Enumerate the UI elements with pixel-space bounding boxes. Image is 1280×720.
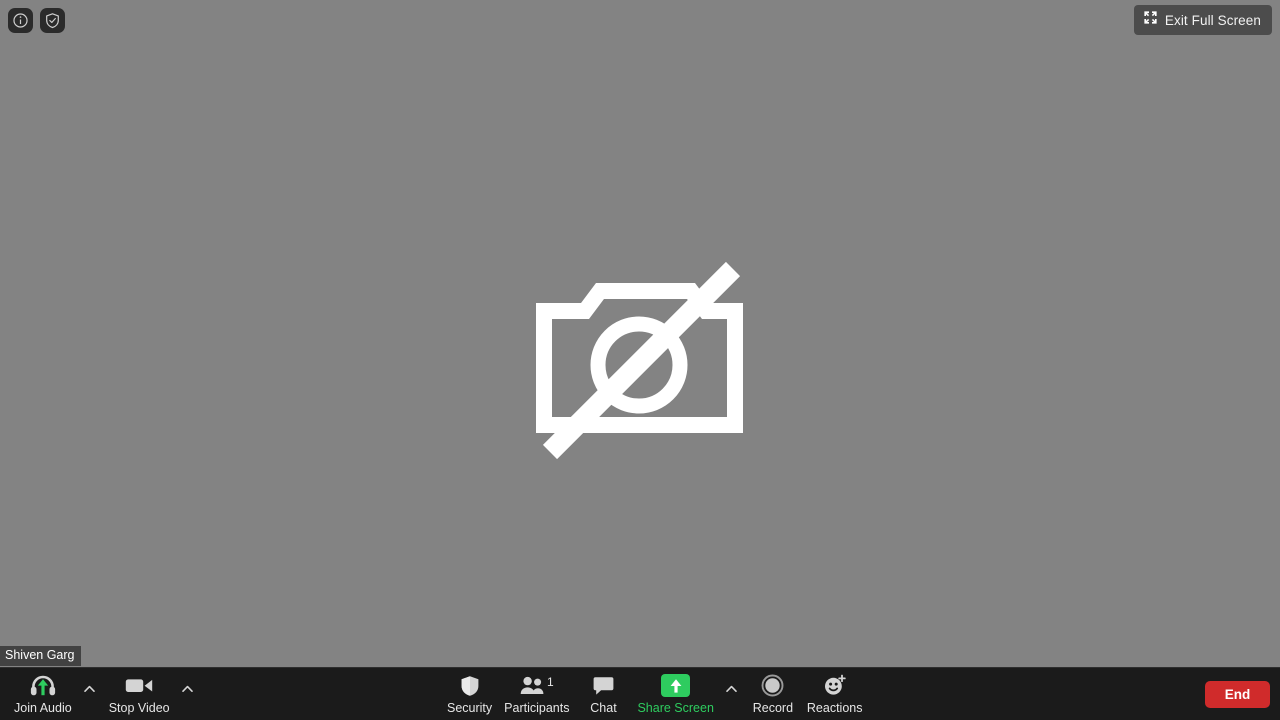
share-screen-label: Share Screen (637, 701, 714, 715)
info-icon (12, 12, 29, 29)
reactions-button[interactable]: Reactions (801, 668, 869, 716)
video-options-caret[interactable] (174, 680, 201, 698)
share-arrow-icon (661, 674, 691, 697)
zoom-meeting-window: Exit Full Screen Shiven Garg Join Audio … (0, 0, 1280, 720)
participants-count-badge: 1 (546, 674, 554, 689)
chat-button[interactable]: Chat (575, 668, 631, 716)
record-label: Record (752, 701, 794, 715)
share-screen-button[interactable]: Share Screen (631, 668, 719, 716)
participants-label: Participants (504, 701, 570, 715)
chevron-up-icon (83, 680, 95, 698)
camera-off-icon (536, 258, 744, 462)
encryption-shield-button[interactable] (40, 8, 65, 33)
audio-options-caret[interactable] (76, 680, 103, 698)
exit-fullscreen-label: Exit Full Screen (1164, 12, 1261, 28)
participant-name-label: Shiven Garg (0, 645, 82, 666)
toolbar-left-group: Join Audio Stop Video (8, 668, 201, 720)
shield-icon (460, 674, 480, 697)
security-button[interactable]: Security (441, 668, 498, 716)
smiley-plus-icon (823, 674, 847, 697)
chat-bubble-icon (593, 674, 614, 697)
video-stage: Exit Full Screen Shiven Garg (0, 0, 1280, 667)
join-audio-button[interactable]: Join Audio (8, 668, 78, 716)
people-icon: 1 (520, 674, 554, 697)
record-button[interactable]: Record (745, 668, 801, 716)
exit-fullscreen-button[interactable]: Exit Full Screen (1133, 5, 1272, 35)
chat-label: Chat (590, 701, 617, 715)
meeting-info-button[interactable] (8, 8, 33, 33)
record-circle-icon (761, 674, 784, 697)
toolbar-center-group: Security 1 Participants Chat Share Scree… (441, 668, 869, 720)
participants-button[interactable]: 1 Participants (498, 668, 575, 716)
stop-video-label: Stop Video (108, 701, 170, 715)
headset-icon (30, 674, 56, 697)
meeting-toolbar: Join Audio Stop Video Security 1 Partici… (0, 667, 1280, 720)
video-camera-icon (125, 674, 153, 697)
shield-check-icon (44, 12, 61, 29)
chevron-up-icon (726, 680, 737, 698)
exit-fullscreen-icon (1143, 10, 1158, 30)
share-screen-options-caret[interactable] (718, 680, 745, 698)
join-audio-label: Join Audio (14, 701, 72, 715)
reactions-label: Reactions (806, 701, 863, 715)
stop-video-button[interactable]: Stop Video (103, 668, 176, 716)
chevron-up-icon (181, 680, 193, 698)
end-meeting-button[interactable]: End (1205, 681, 1270, 708)
status-icon-group (8, 8, 65, 33)
security-label: Security (447, 701, 493, 715)
